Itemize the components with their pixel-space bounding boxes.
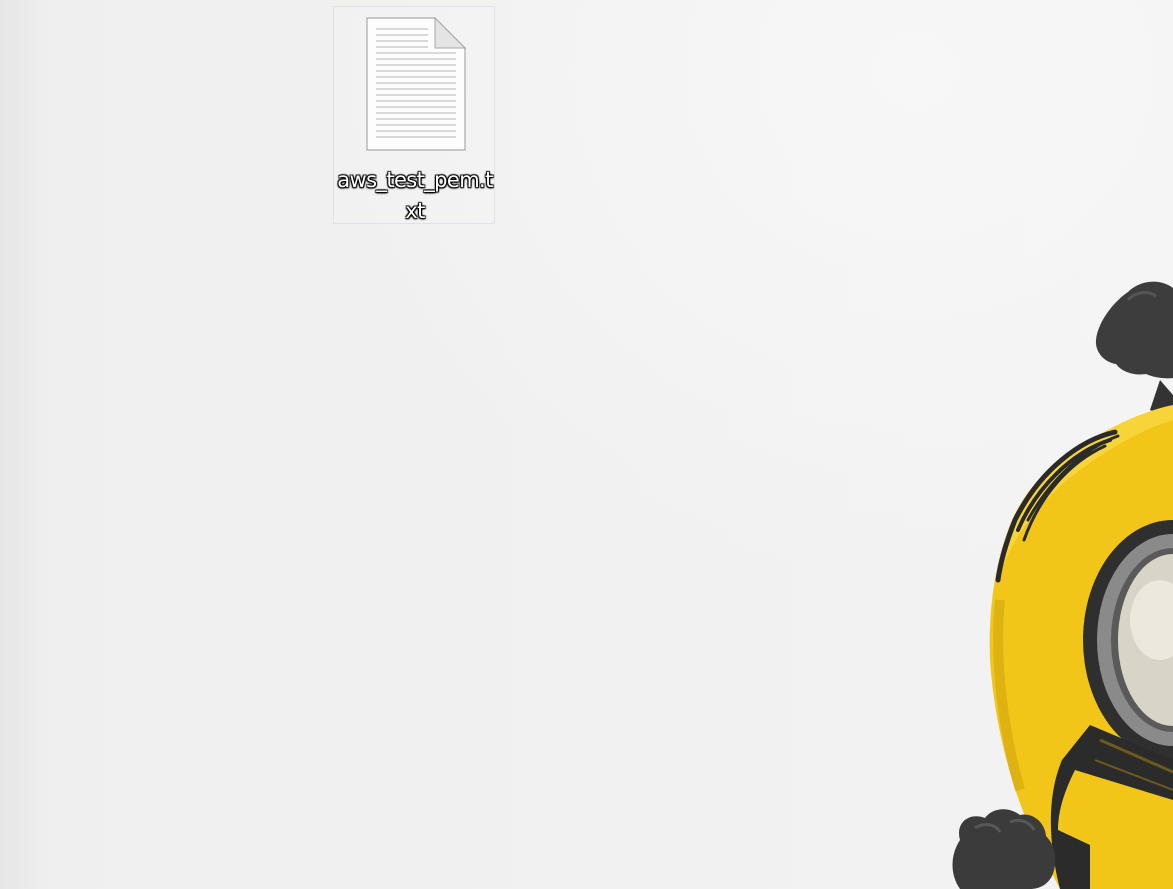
desktop-file-aws-test-pem[interactable]: aws_test_pem.txt: [333, 6, 495, 224]
desktop-file-label: aws_test_pem.txt: [337, 168, 493, 223]
minion-raised-hand: [1095, 281, 1173, 420]
minion-wallpaper: [952, 281, 1173, 889]
desktop[interactable]: aws_test_pem.txt: [0, 0, 1173, 889]
text-document-icon: [366, 17, 466, 151]
